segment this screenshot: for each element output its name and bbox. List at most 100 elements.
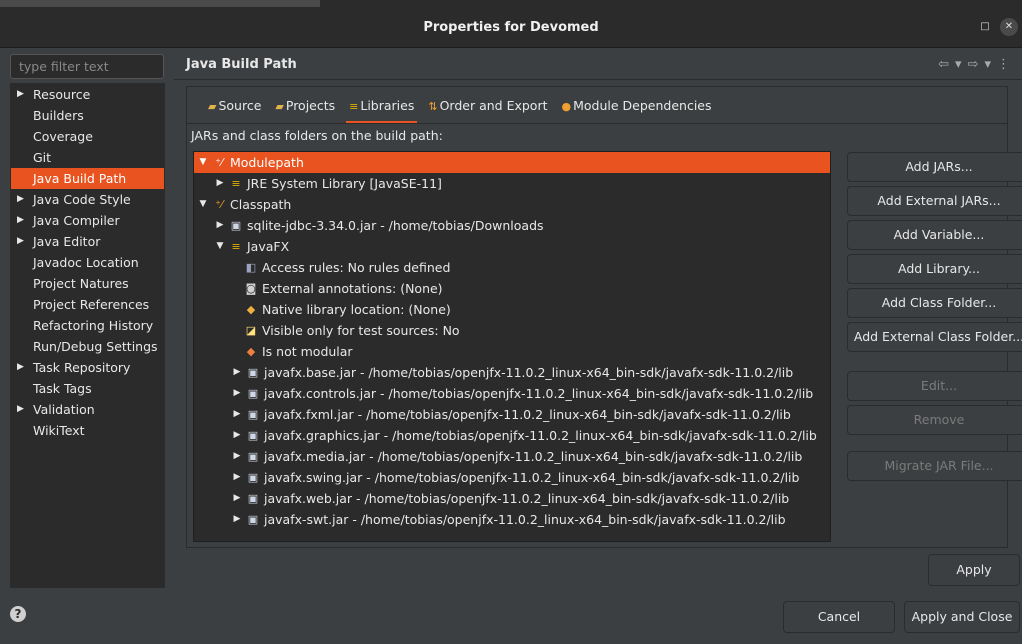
add-class-folder-button[interactable]: Add Class Folder...: [847, 288, 1022, 318]
sidebar-item[interactable]: Project References: [11, 294, 164, 315]
sidebar-item[interactable]: Builders: [11, 105, 164, 126]
jar-icon: ▣: [247, 471, 259, 484]
expand-arrow-icon[interactable]: ▶: [232, 383, 242, 404]
tree-row-label: Is not modular: [262, 344, 353, 359]
tree-row[interactable]: ▼ ≡ JavaFX: [194, 236, 830, 257]
expand-arrow-icon[interactable]: ▶: [215, 173, 225, 194]
collapse-arrow-icon[interactable]: ▼: [198, 152, 208, 173]
tab-bar: ▰ Source ▰ Projects ≡ Libraries ⇅ Order and Exp…: [201, 96, 719, 123]
expand-arrow-icon[interactable]: ▶: [232, 488, 242, 509]
tree-row-label: sqlite-jdbc-3.34.0.jar - /home/tobias/Do…: [247, 218, 544, 233]
expand-arrow-icon[interactable]: ▶: [232, 404, 242, 425]
annotations-icon: ◙: [245, 282, 257, 295]
tree-row[interactable]: ▶ ▣ javafx-swt.jar - /home/tobias/openjfx-…: [194, 509, 830, 530]
tree-row[interactable]: ▶ ▣ javafx.fxml.jar - /home/tobias/openjfx…: [194, 404, 830, 425]
expand-arrow-icon[interactable]: ▶: [17, 399, 24, 420]
sidebar-list: ▶ Resource Builders Coverage Git Java Build P…: [10, 83, 165, 588]
tree-row[interactable]: ▶ ▣ javafx.media.jar - /home/tobias/openjf…: [194, 446, 830, 467]
tree-row-label: javafx.controls.jar - /home/tobias/openj…: [264, 386, 814, 401]
expand-arrow-icon[interactable]: ▶: [17, 357, 24, 378]
expand-arrow-icon[interactable]: ▶: [232, 362, 242, 383]
tree-row[interactable]: ▶ ▣ javafx.web.jar - /home/tobias/openjfx-…: [194, 488, 830, 509]
tab-label: Libraries: [360, 98, 415, 113]
expand-arrow-icon[interactable]: ▶: [215, 215, 225, 236]
tab-libraries[interactable]: ≡ Libraries: [342, 96, 421, 123]
sidebar-item[interactable]: Project Natures: [11, 273, 164, 294]
apply-and-close-button[interactable]: Apply and Close: [904, 601, 1020, 633]
remove-button[interactable]: Remove: [847, 405, 1022, 435]
expand-arrow-icon[interactable]: ▶: [17, 84, 24, 105]
add-external-class-folder-button[interactable]: Add External Class Folder...: [847, 322, 1022, 352]
minimize-icon[interactable]: □: [976, 18, 994, 36]
sidebar-item[interactable]: ▶ Java Compiler: [11, 210, 164, 231]
add-jars-button[interactable]: Add JARs...: [847, 152, 1022, 182]
tree-row[interactable]: ▶ ▣ sqlite-jdbc-3.34.0.jar - /home/tobias/…: [194, 215, 830, 236]
expand-arrow-icon[interactable]: ▶: [17, 210, 24, 231]
header-divider: [174, 79, 1022, 80]
tree-row[interactable]: ▼ ⁺⁄ Modulepath: [194, 152, 830, 173]
sidebar-item[interactable]: Javadoc Location: [11, 252, 164, 273]
tree-row[interactable]: ▶ ▣ javafx.base.jar - /home/tobias/openjfx…: [194, 362, 830, 383]
view-menu-icon[interactable]: ⋮: [997, 57, 1016, 72]
apply-button[interactable]: Apply: [928, 554, 1020, 586]
tree-row-label: Modulepath: [230, 155, 304, 170]
edit-button[interactable]: Edit...: [847, 371, 1022, 401]
sidebar-item[interactable]: ▶ Task Repository: [11, 357, 164, 378]
tree-row[interactable]: ◙ External annotations: (None): [194, 278, 830, 299]
back-icon[interactable]: ⇦: [938, 57, 955, 72]
sidebar-item-label: Task Repository: [33, 360, 131, 375]
tree-row-label: javafx.swing.jar - /home/tobias/openjfx-…: [264, 470, 800, 485]
sidebar-item[interactable]: Refactoring History: [11, 315, 164, 336]
tree-row[interactable]: ◆ Is not modular: [194, 341, 830, 362]
close-icon[interactable]: ✕: [1000, 18, 1018, 36]
sidebar-item[interactable]: ▶ Java Code Style: [11, 189, 164, 210]
expand-arrow-icon[interactable]: ▶: [17, 189, 24, 210]
forward-icon[interactable]: ⇨: [968, 57, 985, 72]
main-panel: Java Build Path ⇦▾⇨▾⋮ ▰ Source ▰ Projects ≡ L…: [174, 48, 1022, 644]
tree-row[interactable]: ◧ Access rules: No rules defined: [194, 257, 830, 278]
tree-row[interactable]: ▶ ▣ javafx.controls.jar - /home/tobias/ope…: [194, 383, 830, 404]
expand-arrow-icon[interactable]: ▶: [232, 446, 242, 467]
forward-dropdown-icon[interactable]: ▾: [984, 57, 997, 72]
sidebar-item[interactable]: Run/Debug Settings: [11, 336, 164, 357]
history-nav[interactable]: ⇦▾⇨▾⋮: [938, 57, 1016, 72]
tab-source[interactable]: ▰ Source: [201, 96, 268, 116]
tree-row[interactable]: ▶ ≡ JRE System Library [JavaSE-11]: [194, 173, 830, 194]
tab-projects[interactable]: ▰ Projects: [268, 96, 342, 116]
order-export-icon: ⇅: [428, 100, 438, 113]
expand-arrow-icon[interactable]: ▶: [232, 509, 242, 530]
sidebar-item[interactable]: ▶ Java Editor: [11, 231, 164, 252]
tree-row[interactable]: ▼ ⁺⁄ Classpath: [194, 194, 830, 215]
sidebar-item[interactable]: Task Tags: [11, 378, 164, 399]
collapse-arrow-icon[interactable]: ▼: [198, 194, 208, 215]
add-library-button[interactable]: Add Library...: [847, 254, 1022, 284]
migrate-jar-button[interactable]: Migrate JAR File...: [847, 451, 1022, 481]
expand-arrow-icon[interactable]: ▶: [232, 467, 242, 488]
sidebar-item-label: Refactoring History: [33, 318, 154, 333]
sidebar-item[interactable]: WikiText: [11, 420, 164, 441]
sidebar-item[interactable]: ▶ Validation: [11, 399, 164, 420]
sidebar-item-label: Run/Debug Settings: [33, 339, 158, 354]
help-icon[interactable]: ?: [10, 606, 26, 622]
tab-module-dependencies[interactable]: ● Module Dependencies: [555, 96, 719, 116]
sidebar-item[interactable]: ▶ Resource: [11, 84, 164, 105]
sidebar-item[interactable]: Java Build Path: [11, 168, 164, 189]
add-external-jars-button[interactable]: Add External JARs...: [847, 186, 1022, 216]
add-variable-button[interactable]: Add Variable...: [847, 220, 1022, 250]
libraries-icon: ≡: [349, 100, 359, 113]
tab-order-and-export[interactable]: ⇅ Order and Export: [421, 96, 554, 116]
tree-row[interactable]: ▶ ▣ javafx.swing.jar - /home/tobias/openjf…: [194, 467, 830, 488]
collapse-arrow-icon[interactable]: ▼: [215, 236, 225, 257]
sidebar-item[interactable]: Git: [11, 147, 164, 168]
expand-arrow-icon[interactable]: ▶: [17, 231, 24, 252]
filter-input[interactable]: type filter text: [10, 54, 164, 79]
tree-row[interactable]: ◆ Native library location: (None): [194, 299, 830, 320]
back-dropdown-icon[interactable]: ▾: [955, 57, 968, 72]
sidebar-item[interactable]: Coverage: [11, 126, 164, 147]
tree-row[interactable]: ▶ ▣ javafx.graphics.jar - /home/tobias/ope…: [194, 425, 830, 446]
tree-row-label: External annotations: (None): [262, 281, 443, 296]
build-path-tree[interactable]: ▼ ⁺⁄ Modulepath ▶ ≡ JRE System Library [JavaS…: [193, 151, 831, 542]
tree-row[interactable]: ◪ Visible only for test sources: No: [194, 320, 830, 341]
expand-arrow-icon[interactable]: ▶: [232, 425, 242, 446]
cancel-button[interactable]: Cancel: [783, 601, 895, 633]
